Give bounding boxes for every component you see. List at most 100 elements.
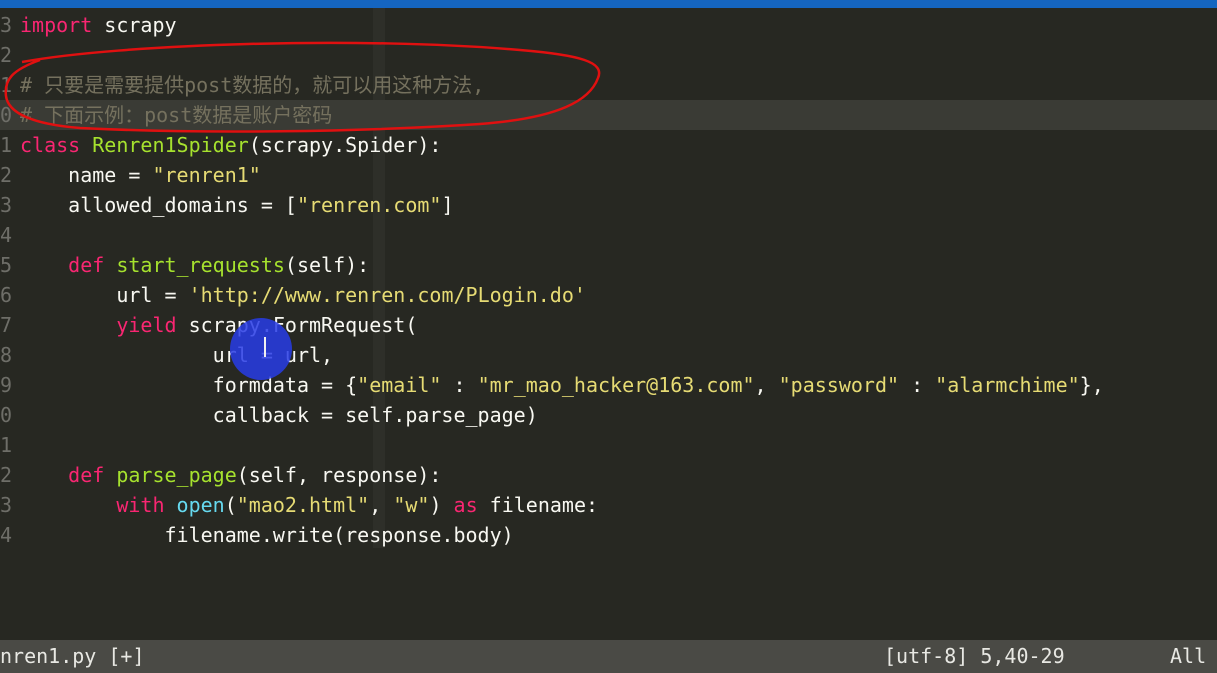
status-filename: nren1.py [+] (0, 644, 145, 668)
code-line[interactable]: 7 yield scrapy.FormRequest( (0, 310, 417, 340)
line-number: 7 (0, 313, 13, 337)
code-token: "mr_mao_hacker@163.com" (477, 373, 755, 397)
status-line: nren1.py [+] [utf-8] 5,40-29 All (0, 640, 1217, 673)
code-token: import (20, 13, 93, 37)
code-token: , (754, 373, 779, 397)
code-token: parse_page (116, 463, 237, 487)
status-cursor-position: [utf-8] 5,40-29 (884, 644, 1065, 668)
line-number: 1 (0, 433, 13, 457)
code-token: yield (116, 313, 177, 337)
line-code: allowed_domains = ["renren.com"] (20, 193, 454, 217)
line-code: formdata = {"email" : "mr_mao_hacker@163… (20, 373, 1104, 397)
code-token: 'http://www.renren.com/PLogin.do' (188, 283, 586, 307)
code-token: ) (429, 493, 454, 517)
code-token: , (369, 493, 394, 517)
code-line[interactable]: 3 allowed_domains = ["renren.com"] (0, 190, 454, 220)
code-token: class (20, 133, 81, 157)
code-line[interactable]: 5 def start_requests(self): (0, 250, 369, 280)
code-line[interactable]: 6 url = 'http://www.renren.com/PLogin.do… (0, 280, 586, 310)
line-code: filename.write(response.body) (20, 523, 514, 547)
line-number: 2 (0, 163, 13, 187)
code-line[interactable]: 1 (0, 430, 20, 460)
line-number: 0 (0, 103, 13, 127)
line-code: url = 'http://www.renren.com/PLogin.do' (20, 283, 586, 307)
line-code: class Renren1Spider(scrapy.Spider): (20, 133, 441, 157)
code-token: url = (20, 283, 189, 307)
code-token: : (899, 373, 936, 397)
line-number: 3 (0, 13, 13, 37)
vim-window: 3 import scrapy 2 1 # 只要是需要提供post数据的，就可以用这种方… (0, 0, 1217, 673)
window-top-bar (0, 0, 1217, 8)
line-number: 3 (0, 193, 13, 217)
code-line[interactable]: 3 import scrapy (0, 10, 177, 40)
line-number: 2 (0, 43, 13, 67)
code-line[interactable]: 0 # 下面示例：post数据是账户密码 (0, 100, 332, 130)
code-line[interactable]: 2 def parse_page(self, response): (0, 460, 441, 490)
line-code: name = "renren1" (20, 163, 261, 187)
line-code: # 下面示例：post数据是账户密码 (20, 103, 332, 127)
code-token: Renren1Spider (92, 133, 249, 157)
code-token: open (176, 493, 225, 517)
line-number: 4 (0, 223, 13, 247)
line-code: callback = self.parse_page) (20, 403, 538, 427)
code-token: "renren.com" (296, 193, 442, 217)
code-token: "w" (393, 493, 430, 517)
code-token: with (116, 493, 165, 517)
code-token: (self, response): (236, 463, 442, 487)
code-token: : (441, 373, 478, 397)
code-editor[interactable]: 3 import scrapy 2 1 # 只要是需要提供post数据的，就可以用这种方… (0, 8, 1217, 640)
code-token: as (453, 493, 478, 517)
code-line[interactable]: 4 filename.write(response.body) (0, 520, 514, 550)
code-token: "mao2.html" (236, 493, 370, 517)
line-number: 5 (0, 253, 13, 277)
line-number: 4 (0, 523, 13, 547)
code-token: (self): (284, 253, 370, 277)
code-token: scrapy (92, 13, 177, 37)
line-number: 2 (0, 463, 13, 487)
code-token: "email" (357, 373, 442, 397)
line-code: with open("mao2.html", "w") as filename: (20, 493, 598, 517)
line-number: 9 (0, 373, 13, 397)
line-number: 1 (0, 73, 13, 97)
code-token: allowed_domains = [ (20, 193, 297, 217)
code-line[interactable]: 2 (0, 40, 20, 70)
code-token: ] (441, 193, 454, 217)
code-line[interactable]: 3 with open("mao2.html", "w") as filenam… (0, 490, 598, 520)
code-line[interactable]: 1 # 只要是需要提供post数据的，就可以用这种方法, (0, 70, 484, 100)
code-token: "renren1" (152, 163, 261, 187)
code-line[interactable]: 1 class Renren1Spider(scrapy.Spider): (0, 130, 441, 160)
code-token: name = (20, 163, 153, 187)
line-code: import scrapy (20, 13, 177, 37)
code-token: "password" (778, 373, 900, 397)
code-token: callback = self.parse_page) (20, 403, 538, 427)
code-token: filename.write(response.body) (20, 523, 514, 547)
status-scroll-percent: All (1170, 644, 1207, 668)
line-number: 1 (0, 133, 13, 157)
code-token: def (68, 253, 105, 277)
code-line[interactable]: 0 callback = self.parse_page) (0, 400, 538, 430)
code-token: }, (1079, 373, 1104, 397)
code-token: "alarmchime" (935, 373, 1080, 397)
mouse-click-highlight (230, 318, 292, 380)
code-token: formdata = { (20, 373, 358, 397)
line-code: def start_requests(self): (20, 253, 369, 277)
code-token: # 只要是需要提供post数据的，就可以用这种方法, (20, 73, 485, 97)
code-line[interactable]: 2 name = "renren1" (0, 160, 261, 190)
code-token: start_requests (116, 253, 285, 277)
line-number: 0 (0, 403, 13, 427)
code-token: def (68, 463, 105, 487)
text-cursor-ibeam-icon (264, 337, 266, 357)
code-line[interactable]: 9 formdata = {"email" : "mr_mao_hacker@1… (0, 370, 1104, 400)
line-code: yield scrapy.FormRequest( (20, 313, 417, 337)
code-line[interactable]: 4 (0, 220, 20, 250)
code-token: (scrapy.Spider): (248, 133, 442, 157)
line-number: 8 (0, 343, 13, 367)
